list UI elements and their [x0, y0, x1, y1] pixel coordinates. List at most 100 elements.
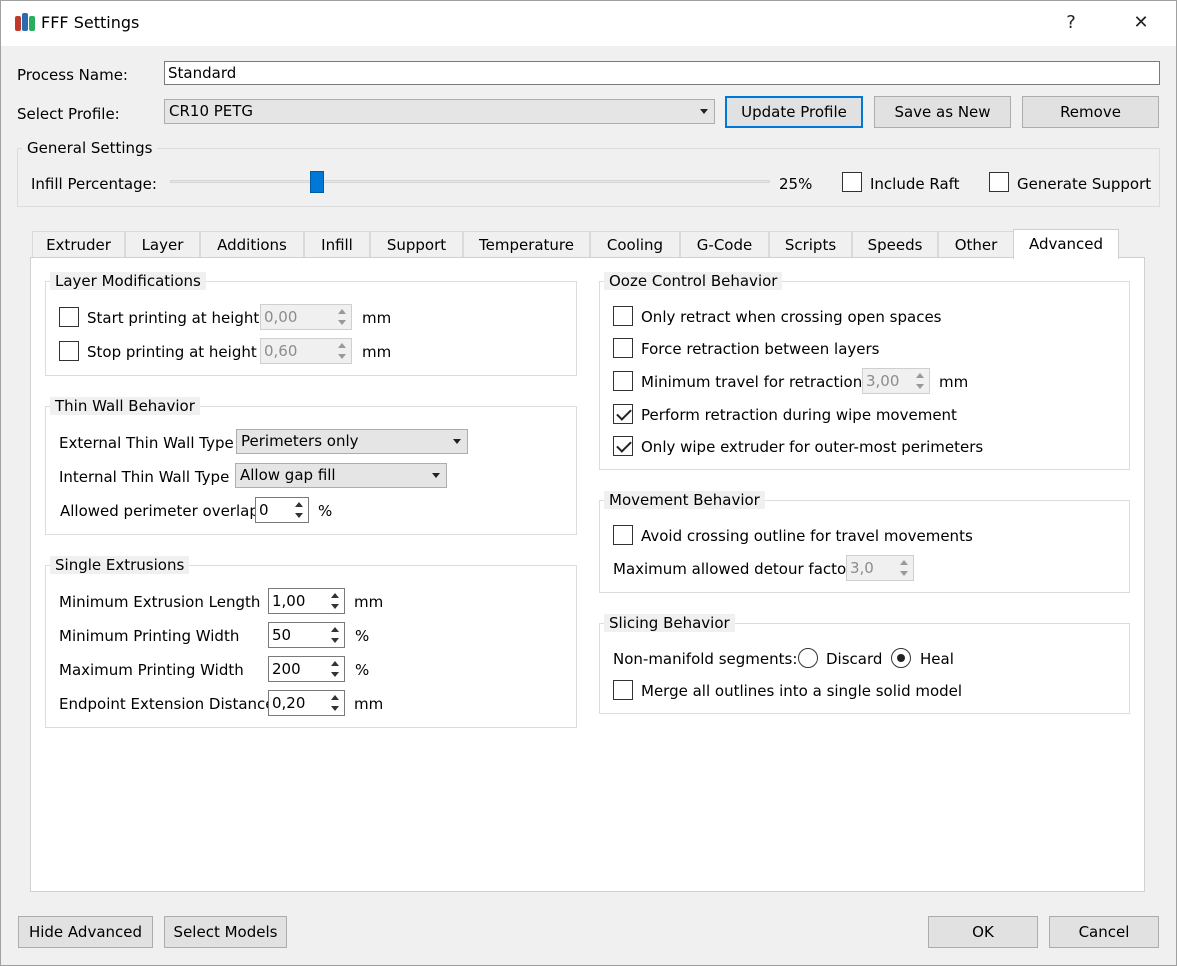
start-printing-checkbox[interactable]: [59, 307, 79, 327]
infill-slider-track[interactable]: [170, 180, 770, 183]
start-printing-label: Start printing at height: [87, 309, 260, 327]
min-travel-spinner[interactable]: 3,00: [862, 368, 930, 394]
spin-up-icon[interactable]: [331, 593, 339, 598]
force-retraction-checkbox[interactable]: [613, 338, 633, 358]
tab-cooling[interactable]: Cooling: [590, 231, 680, 257]
stop-height-spinner[interactable]: 0,60: [260, 338, 352, 364]
list-item-label: Endpoint Extension Distance: [59, 695, 275, 713]
perform-wipe-checkbox[interactable]: [613, 404, 633, 424]
external-thin-wall-dropdown[interactable]: Perimeters only: [236, 429, 468, 454]
unit-label: mm: [354, 695, 384, 713]
infill-value: 25%: [779, 175, 813, 193]
tab-additions[interactable]: Additions: [200, 231, 304, 257]
min-travel-value: 3,00: [866, 372, 900, 390]
window-title: FFF Settings: [41, 13, 140, 32]
chevron-down-icon: [453, 439, 461, 444]
internal-thin-wall-label: Internal Thin Wall Type: [59, 468, 230, 486]
avoid-crossing-checkbox[interactable]: [613, 525, 633, 545]
list-item-label: Maximum Printing Width: [59, 661, 244, 679]
tab-layer[interactable]: Layer: [125, 231, 200, 257]
ok-button[interactable]: OK: [928, 916, 1038, 948]
tab-extruder[interactable]: Extruder: [32, 231, 125, 257]
spin-up-icon[interactable]: [916, 373, 924, 378]
title-bar: [0, 0, 1177, 46]
unit-label: %: [355, 627, 370, 645]
profile-dropdown[interactable]: CR10 PETG: [164, 99, 715, 124]
stop-printing-checkbox[interactable]: [59, 341, 79, 361]
unit-label: %: [355, 661, 370, 679]
spin-down-icon[interactable]: [331, 672, 339, 677]
generate-support-checkbox[interactable]: [989, 172, 1009, 192]
remove-button[interactable]: Remove: [1022, 96, 1159, 128]
detour-factor-spinner[interactable]: 3,0: [846, 555, 914, 581]
spin-down-icon[interactable]: [295, 513, 303, 518]
spin-up-icon[interactable]: [331, 627, 339, 632]
only-retract-checkbox[interactable]: [613, 306, 633, 326]
discard-radio[interactable]: [798, 648, 818, 668]
process-name-input[interactable]: Standard: [164, 61, 1160, 85]
select-models-button[interactable]: Select Models: [164, 916, 287, 948]
perimeter-overlap-spinner[interactable]: 0: [255, 497, 309, 523]
spin-up-icon[interactable]: [331, 661, 339, 666]
heal-label: Heal: [920, 650, 954, 668]
spin-down-icon[interactable]: [331, 604, 339, 609]
slicing-behavior-title: Slicing Behavior: [604, 614, 735, 632]
spin-down-icon[interactable]: [916, 384, 924, 389]
min-travel-checkbox[interactable]: [613, 371, 633, 391]
spin-up-icon[interactable]: [331, 695, 339, 700]
endpoint-extension-spinner[interactable]: 0,20: [268, 690, 345, 716]
spin-up-icon[interactable]: [295, 502, 303, 507]
min-printing-width-spinner[interactable]: 50: [268, 622, 345, 648]
tab-scripts[interactable]: Scripts: [769, 231, 852, 257]
start-height-unit: mm: [362, 309, 392, 327]
spin-down-icon[interactable]: [338, 354, 346, 359]
profile-dropdown-value: CR10 PETG: [169, 102, 254, 120]
min-travel-unit: mm: [939, 373, 969, 391]
min-travel-label: Minimum travel for retraction: [641, 373, 863, 391]
movement-behavior-title: Movement Behavior: [604, 491, 765, 509]
min-extrusion-length-spinner[interactable]: 1,00: [268, 588, 345, 614]
max-printing-width-spinner[interactable]: 200: [268, 656, 345, 682]
only-wipe-checkbox[interactable]: [613, 436, 633, 456]
non-manifold-label: Non-manifold segments:: [613, 650, 798, 668]
spin-up-icon[interactable]: [338, 309, 346, 314]
update-profile-button[interactable]: Update Profile: [725, 96, 863, 128]
help-icon[interactable]: ?: [1056, 8, 1086, 38]
close-icon[interactable]: ✕: [1126, 8, 1156, 38]
spin-down-icon[interactable]: [331, 638, 339, 643]
spin-up-icon[interactable]: [900, 560, 908, 565]
cancel-button[interactable]: Cancel: [1049, 916, 1159, 948]
select-profile-label: Select Profile:: [17, 105, 120, 123]
general-settings-title: General Settings: [22, 139, 158, 157]
chevron-down-icon: [432, 473, 440, 478]
spin-down-icon[interactable]: [338, 320, 346, 325]
internal-thin-wall-dropdown[interactable]: Allow gap fill: [235, 463, 447, 488]
hide-advanced-button[interactable]: Hide Advanced: [18, 916, 153, 948]
include-raft-checkbox[interactable]: [842, 172, 862, 192]
tab-advanced[interactable]: Advanced: [1013, 229, 1119, 259]
spin-down-icon[interactable]: [900, 571, 908, 576]
tab-other[interactable]: Other: [938, 231, 1014, 257]
external-thin-wall-value: Perimeters only: [241, 432, 359, 450]
layer-modifications-title: Layer Modifications: [50, 272, 206, 290]
tab-speeds[interactable]: Speeds: [852, 231, 938, 257]
process-name-label: Process Name:: [17, 66, 128, 84]
start-height-spinner[interactable]: 0,00: [260, 304, 352, 330]
heal-radio[interactable]: [891, 648, 911, 668]
merge-outlines-label: Merge all outlines into a single solid m…: [641, 682, 963, 700]
tab-g-code[interactable]: G-Code: [680, 231, 769, 257]
tab-support[interactable]: Support: [370, 231, 463, 257]
slicing-behavior-group: [599, 623, 1130, 714]
generate-support-label: Generate Support: [1017, 175, 1152, 193]
save-as-new-button[interactable]: Save as New: [874, 96, 1011, 128]
tab-temperature[interactable]: Temperature: [463, 231, 590, 257]
stop-height-value: 0,60: [264, 342, 298, 360]
spin-down-icon[interactable]: [331, 706, 339, 711]
infill-slider-thumb[interactable]: [310, 171, 324, 193]
chevron-down-icon: [700, 109, 708, 114]
merge-outlines-checkbox[interactable]: [613, 680, 633, 700]
perimeter-overlap-value: 0: [259, 501, 269, 519]
tab-infill[interactable]: Infill: [304, 231, 370, 257]
min-printing-width-value: 50: [272, 626, 292, 644]
spin-up-icon[interactable]: [338, 343, 346, 348]
